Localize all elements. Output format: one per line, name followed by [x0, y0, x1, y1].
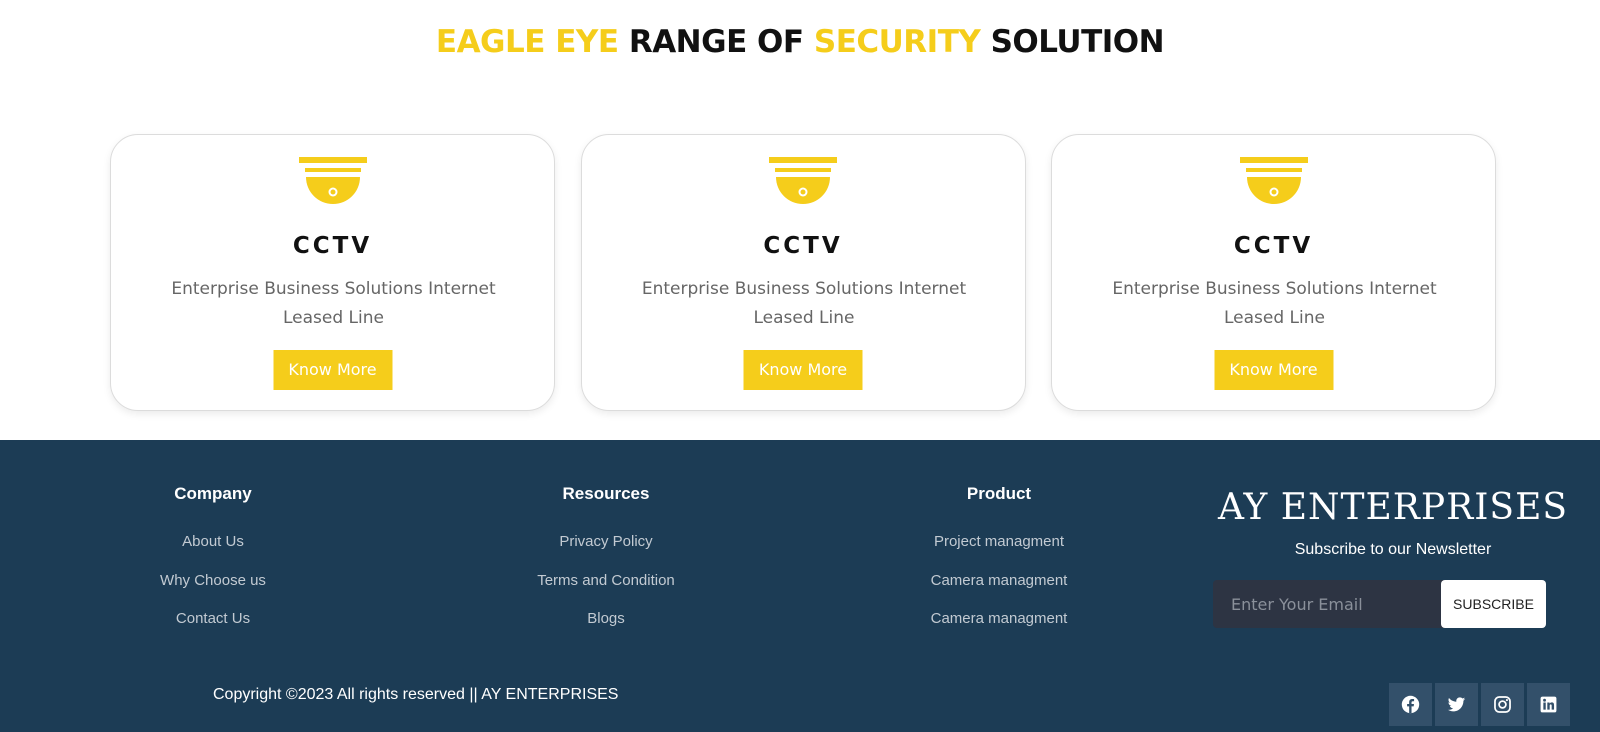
twitter-icon: [1447, 697, 1466, 712]
facebook-icon: [1401, 695, 1420, 714]
service-cards: CCTV Enterprise Business Solutions Inter…: [110, 134, 1496, 411]
know-more-button[interactable]: Know More: [1214, 350, 1333, 390]
card-description: Enterprise Business Solutions Internet L…: [1112, 279, 1437, 328]
footer-link-why-choose-us[interactable]: Why Choose us: [83, 571, 343, 610]
security-camera-icon: [298, 157, 367, 204]
service-card: CCTV Enterprise Business Solutions Inter…: [1051, 134, 1496, 411]
footer-link-camera-management[interactable]: Camera managment: [869, 571, 1129, 610]
footer-link-terms[interactable]: Terms and Condition: [476, 571, 736, 610]
footer-product-title: Product: [966, 484, 1032, 503]
footer-link-contact-us[interactable]: Contact Us: [83, 609, 343, 648]
know-more-button[interactable]: Know More: [273, 350, 392, 390]
solutions-section: EAGLE EYE RANGE OF SECURITY SOLUTION CCT…: [0, 0, 1600, 440]
instagram-icon: [1494, 696, 1511, 713]
card-title: CCTV: [763, 233, 843, 259]
social-links: [1389, 683, 1570, 726]
copyright-text: Copyright ©2023 All rights reserved || A…: [213, 686, 619, 703]
heading-highlight-1: EAGLE EYE: [435, 24, 619, 60]
brand-logo: AY ENTERPRISES: [1217, 487, 1569, 528]
footer-link-privacy-policy[interactable]: Privacy Policy: [476, 532, 736, 571]
facebook-link[interactable]: [1389, 683, 1432, 726]
footer-resources-column: Resources Privacy Policy Terms and Condi…: [476, 484, 736, 648]
service-card: CCTV Enterprise Business Solutions Inter…: [580, 134, 1026, 411]
service-card: CCTV Enterprise Business Solutions Inter…: [110, 134, 555, 411]
card-title: CCTV: [292, 233, 373, 259]
footer-product-column: Product Project managment Camera managme…: [869, 484, 1129, 648]
footer-company-title: Company: [174, 484, 252, 503]
heading-highlight-2: SECURITY: [813, 24, 981, 60]
heading-text-1: RANGE OF: [618, 24, 814, 60]
card-title: CCTV: [1233, 233, 1314, 259]
footer-link-about-us[interactable]: About Us: [83, 532, 343, 571]
footer-link-camera-management-2[interactable]: Camera managment: [869, 609, 1129, 648]
site-footer: Company About Us Why Choose us Contact U…: [0, 440, 1600, 732]
footer-link-blogs[interactable]: Blogs: [476, 609, 736, 648]
section-heading: EAGLE EYE RANGE OF SECURITY SOLUTION: [0, 24, 1600, 60]
linkedin-icon: [1540, 696, 1557, 713]
security-camera-icon: [769, 157, 837, 204]
security-camera-icon: [1239, 157, 1308, 204]
footer-link-project-management[interactable]: Project managment: [869, 532, 1129, 571]
card-description: Enterprise Business Solutions Internet L…: [641, 279, 967, 328]
linkedin-link[interactable]: [1527, 683, 1570, 726]
footer-company-column: Company About Us Why Choose us Contact U…: [83, 484, 343, 648]
newsletter-email-input[interactable]: [1213, 580, 1445, 628]
know-more-button[interactable]: Know More: [743, 350, 863, 390]
instagram-link[interactable]: [1481, 683, 1524, 726]
heading-text-2: SOLUTION: [980, 24, 1165, 60]
newsletter-label: Subscribe to our Newsletter: [1294, 541, 1492, 558]
twitter-link[interactable]: [1435, 683, 1478, 726]
subscribe-button[interactable]: SUBSCRIBE: [1441, 580, 1546, 628]
footer-resources-title: Resources: [562, 484, 650, 503]
card-description: Enterprise Business Solutions Internet L…: [171, 279, 496, 328]
